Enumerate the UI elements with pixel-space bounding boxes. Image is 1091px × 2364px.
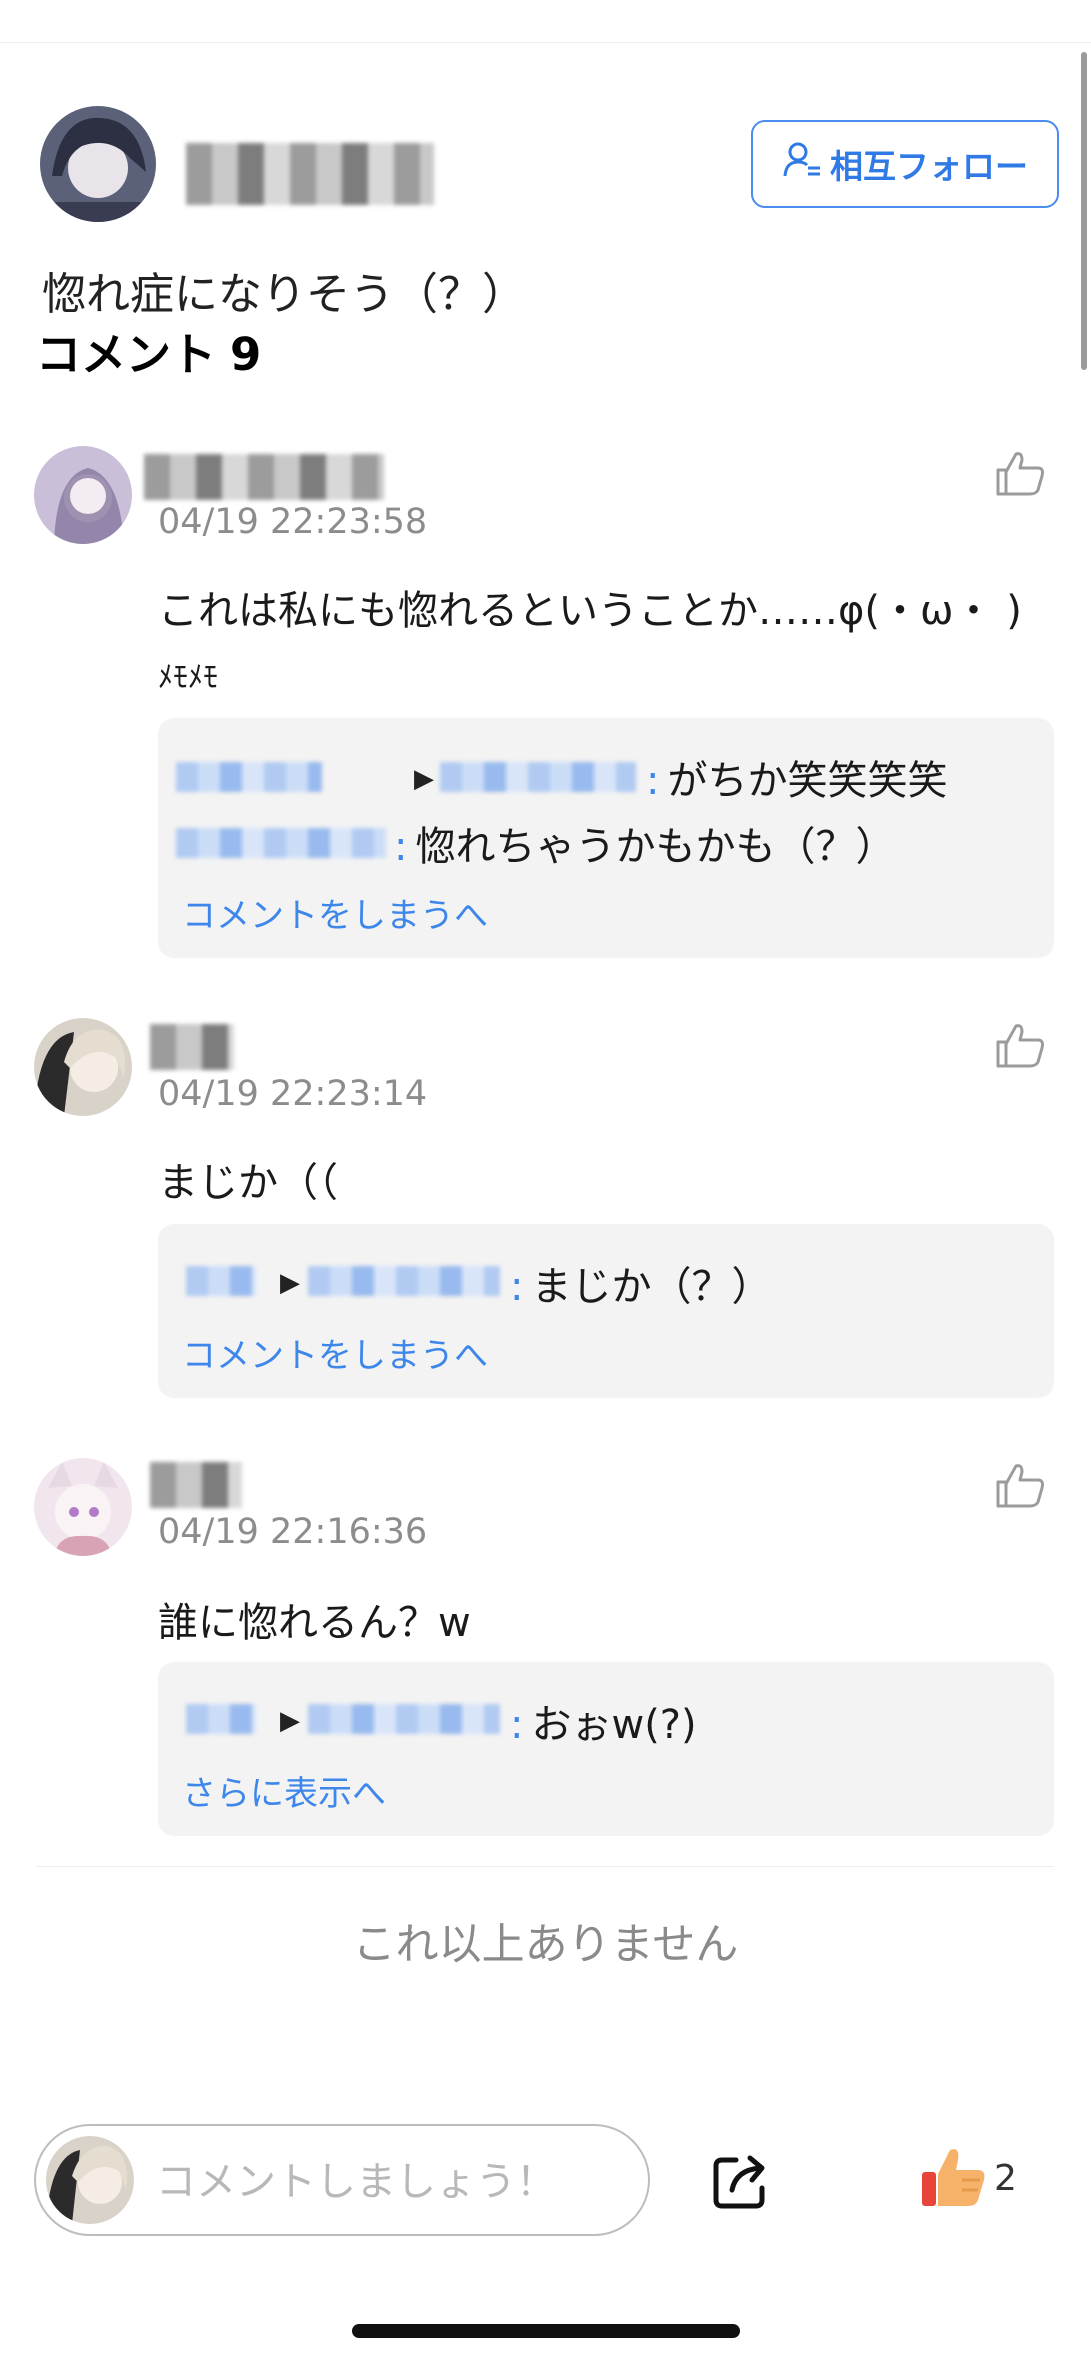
comment-text: 誰に惚れるん？w: [158, 1600, 471, 1646]
show-more-replies-link[interactable]: さらに表示へ: [182, 1766, 386, 1815]
top-bar: [0, 0, 1091, 43]
reply-arrow-icon: ▶: [280, 1268, 300, 1298]
end-of-list-text: これ以上ありません: [352, 1920, 739, 1970]
commenter-avatar[interactable]: [34, 1458, 132, 1556]
collapse-replies-link[interactable]: コメントをしまうへ: [182, 888, 488, 937]
reply-target-name: [308, 1266, 500, 1296]
reply-author-name: [176, 828, 386, 858]
reply-author-name: [186, 1704, 256, 1734]
comment-timestamp: 04/19 22:23:58: [158, 502, 428, 542]
reply-target-name: [440, 762, 636, 792]
thumbs-up-filled-icon[interactable]: [918, 2144, 988, 2212]
reply-item: : がちか笑笑笑笑: [646, 758, 948, 804]
reply-text: おぉw(?): [531, 1702, 697, 1748]
reply-text: 惚れちゃうかもかも（？）: [415, 824, 896, 870]
comment-timestamp: 04/19 22:23:14: [158, 1074, 428, 1114]
follow-button-label: 相互フォロー: [830, 148, 1028, 185]
reply-text: まじか（？）: [531, 1264, 772, 1310]
commenter-name: [144, 454, 384, 500]
commenter-avatar[interactable]: [34, 446, 132, 544]
post-like-count: 2: [994, 2158, 1017, 2199]
reply-arrow-icon: ▶: [414, 764, 434, 794]
share-icon[interactable]: [708, 2150, 772, 2214]
thumbs-up-outline-icon[interactable]: [994, 1022, 1046, 1070]
home-indicator[interactable]: [352, 2324, 740, 2338]
reply-box: ▶ : おぉw(?) さらに表示へ: [158, 1662, 1054, 1836]
thumbs-up-outline-icon[interactable]: [994, 1462, 1046, 1510]
reply-arrow-icon: ▶: [280, 1706, 300, 1736]
commenter-name: [150, 1024, 234, 1070]
divider: [36, 1866, 1054, 1867]
reply-target-name: [308, 1704, 500, 1734]
comment-text: これは私にも惚れるということか……φ(・ω・ ): [158, 588, 1022, 634]
comment-timestamp: 04/19 22:16:36: [158, 1512, 428, 1552]
reply-box: ▶ : がちか笑笑笑笑 : 惚れちゃうかもかも（？） コメントをしまうへ: [158, 718, 1054, 958]
comment-count-label: コメント: [36, 328, 217, 381]
comment-count-value: 9: [230, 328, 262, 381]
reply-item: : まじか（？）: [510, 1264, 772, 1310]
reply-item: : おぉw(?): [510, 1702, 697, 1748]
commenter-name: [150, 1462, 242, 1508]
reply-item: : 惚れちゃうかもかも（？）: [394, 824, 896, 870]
reply-text: がちか笑笑笑笑: [667, 758, 948, 804]
thumbs-up-outline-icon[interactable]: [994, 450, 1046, 498]
commenter-avatar[interactable]: [34, 1018, 132, 1116]
scrollbar[interactable]: [1081, 52, 1087, 370]
comment-text-secondary: ﾒﾓﾒﾓ: [158, 660, 218, 695]
reply-author-name: [176, 762, 322, 792]
comment-count-heading: コメント 9: [36, 318, 275, 383]
reply-box: ▶ : まじか（？） コメントをしまうへ: [158, 1224, 1054, 1398]
comment-text: まじか（（: [158, 1160, 338, 1206]
post-text: 惚れ症になりそう（？）: [42, 269, 526, 320]
person-add-icon: [782, 140, 822, 188]
author-name: [186, 143, 434, 205]
comment-input-container[interactable]: [34, 2124, 650, 2236]
follow-button[interactable]: 相互フォロー: [751, 120, 1059, 208]
my-avatar: [46, 2136, 134, 2224]
author-avatar[interactable]: [40, 106, 156, 222]
collapse-replies-link[interactable]: コメントをしまうへ: [182, 1328, 488, 1377]
comment-input[interactable]: [154, 2146, 628, 2218]
reply-author-name: [186, 1266, 256, 1296]
